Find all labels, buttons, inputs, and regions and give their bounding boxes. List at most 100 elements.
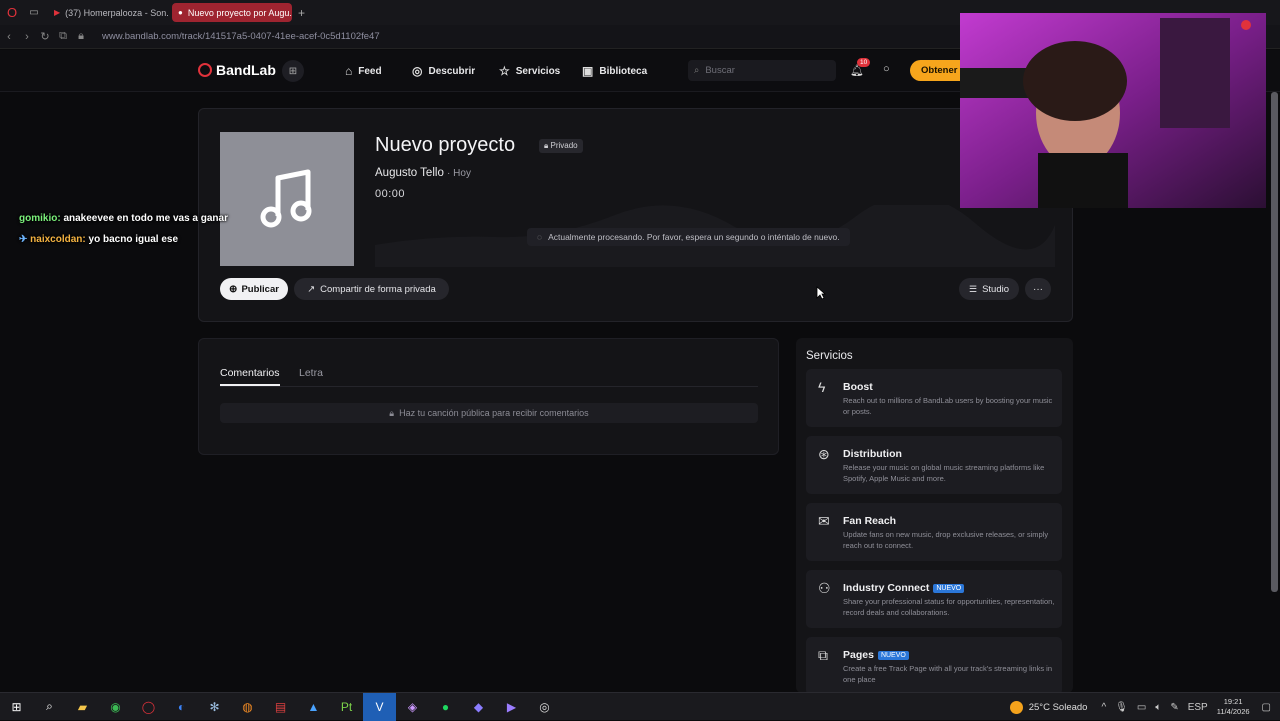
mail-icon: ✉ (818, 513, 830, 529)
track-time: 00:00 (375, 188, 406, 200)
bandlab-logo[interactable]: BandLab (198, 62, 276, 78)
new-badge: NUEVO (933, 583, 965, 593)
service-boost[interactable]: ϟ Boost Reach out to millions of BandLab… (806, 369, 1062, 427)
tab-letra[interactable]: Letra (299, 367, 323, 379)
spotify-icon[interactable]: ● (429, 693, 462, 721)
lock-icon: 🔒︎ (389, 407, 395, 418)
discord-icon[interactable]: ◆ (462, 693, 495, 721)
nav-item-feed[interactable]: ⌂ Feed (345, 64, 382, 78)
bolt-icon: ϟ (818, 379, 826, 395)
service-pages[interactable]: ⧉ Pages NUEVO Create a free Track Page w… (806, 637, 1062, 695)
chat-message: gomikio: anakeevee en todo me vas a gana… (19, 213, 228, 224)
service-distribution[interactable]: ⊛ Distribution Release your music on glo… (806, 436, 1062, 494)
music-note-icon (260, 169, 312, 228)
url-field[interactable]: www.bandlab.com/track/141517a5-0407-41ee… (102, 31, 380, 42)
new-badge: NUEVO (877, 650, 909, 660)
new-tab-button[interactable]: + (298, 6, 305, 20)
publish-button[interactable]: ⊕ Publicar (220, 278, 288, 300)
star-icon: ☆ (499, 64, 510, 78)
service-fan-reach[interactable]: ✉ Fan Reach Update fans on new music, dr… (806, 503, 1062, 561)
media-player-icon[interactable]: ▶ (495, 693, 528, 721)
nav-item-servicios[interactable]: ☆ Servicios (499, 64, 560, 78)
bandlab-tab-icon: ● (178, 8, 183, 17)
library-icon: ▣ (582, 64, 594, 78)
track-cover (220, 132, 354, 266)
snapshot-icon[interactable]: ⧉ (54, 30, 72, 43)
pin-icon: ✈ (19, 234, 28, 245)
search-input[interactable]: ⌕ Buscar (688, 60, 836, 81)
services-panel: Servicios ϟ Boost Reach out to millions … (796, 338, 1073, 695)
apps-grid-icon[interactable]: ⊞ (282, 60, 304, 82)
sliders-icon: ☰ (968, 283, 978, 294)
distribution-icon: ⊛ (818, 446, 830, 462)
studio-button[interactable]: ☰ Studio (959, 278, 1019, 300)
photos-icon[interactable]: ▲ (297, 693, 330, 721)
track-artist: Augusto Tello · Hoy (375, 167, 471, 179)
clock[interactable]: 19:21 11/4/2026 (1217, 697, 1250, 717)
tray-chevron-icon[interactable]: ^ (1101, 702, 1106, 713)
nav-item-descubrir[interactable]: ◎ Descubrir (412, 64, 475, 78)
globe-icon: ⊕ (229, 283, 238, 295)
video-editor-icon[interactable]: ▤ (264, 693, 297, 721)
search-icon[interactable]: ○ (883, 63, 890, 75)
privacy-badge: 🔒︎ Privado (539, 139, 583, 153)
loading-spinner-icon: ◌ (537, 232, 543, 242)
opera-icon[interactable]: ◯ (132, 693, 165, 721)
windows-start-icon[interactable]: ⊞ (0, 693, 33, 721)
mouse-cursor-icon (816, 286, 826, 300)
home-icon: ⌂ (345, 64, 353, 78)
service-industry-connect[interactable]: ⚇ Industry Connect NUEVO Share your prof… (806, 570, 1062, 628)
system-tray: 25°C Soleado ^ 🎙︎ ▭ 🔈︎ ✎ ESP 19:21 11/4/… (1009, 693, 1280, 721)
tabs-divider (220, 386, 758, 387)
compass-icon: ◎ (412, 64, 423, 78)
artist-name[interactable]: Augusto Tello (375, 167, 444, 179)
search-icon[interactable]: ⌕ (33, 693, 66, 721)
chat-message: ✈ naixcoldan: yo bacno igual ese (19, 234, 178, 245)
search-icon: ⌕ (694, 65, 700, 76)
sun-icon (1009, 700, 1023, 714)
chat-text: yo bacno igual ese (88, 234, 179, 245)
obs-icon[interactable]: ◎ (528, 693, 561, 721)
track-date: · Hoy (447, 168, 471, 179)
volume-icon[interactable]: 🔈︎ (1155, 702, 1161, 713)
reload-icon[interactable]: ↻ (36, 30, 54, 43)
tab-comentarios[interactable]: Comentarios (220, 367, 280, 386)
pages-icon: ⧉ (818, 647, 828, 663)
chat-text: anakeevee en todo me vas a ganar (63, 213, 228, 224)
people-icon: ⚇ (818, 580, 831, 596)
microphone-icon[interactable]: 🎙︎ (1115, 702, 1128, 713)
pycharm-icon[interactable]: Pt (330, 693, 363, 721)
language-indicator[interactable]: ESP (1188, 702, 1208, 713)
webcam-overlay (960, 13, 1266, 208)
chat-username: naixcoldan: (30, 234, 86, 245)
youtube-icon: ▶ (54, 8, 61, 17)
pen-icon[interactable]: ✎ (1170, 702, 1178, 713)
comments-locked-note: 🔒︎ Haz tu canción pública para recibir c… (220, 403, 758, 423)
tab-manager-icon[interactable]: ▭ (24, 7, 44, 18)
forward-icon[interactable]: › (18, 31, 36, 43)
lock-icon: 🔒︎ (544, 141, 549, 150)
back-icon[interactable]: ‹ (0, 31, 18, 43)
opera-logo-icon[interactable]: O (0, 0, 24, 25)
network-icon[interactable]: ▭ (1137, 702, 1146, 713)
chrome-icon[interactable]: ◉ (99, 693, 132, 721)
processing-message: ◌ Actualmente procesando. Por favor, esp… (527, 228, 850, 246)
notification-center-icon[interactable]: ▢ (1262, 702, 1271, 713)
file-explorer-icon[interactable]: ▰ (66, 693, 99, 721)
page-scrollbar[interactable] (1271, 92, 1278, 592)
edge-icon[interactable]: ◐ (165, 693, 198, 721)
app-icon[interactable]: ◈ (396, 693, 429, 721)
notification-badge: 10 (857, 58, 871, 67)
vegas-icon[interactable]: V (363, 692, 396, 721)
taskbar: ⊞ ⌕ ▰ ◉ ◯ ◐ ✻ ◍ ▤ ▲ Pt V ◈ ● ◆ ▶ ◎ 25°C … (0, 692, 1280, 721)
app-icon[interactable]: ✻ (198, 693, 231, 721)
blender-icon[interactable]: ◍ (231, 693, 264, 721)
weather-widget[interactable]: 25°C Soleado (1009, 700, 1087, 714)
browser-tab-1[interactable]: ▶ (37) Homerpalooza - Son... (48, 3, 168, 22)
track-header-card: Nuevo proyecto 🔒︎ Privado Augusto Tello … (198, 108, 1073, 322)
share-private-button[interactable]: ↗ Compartir de forma privada (294, 278, 449, 300)
nav-item-biblioteca[interactable]: ▣ Biblioteca (582, 64, 647, 78)
browser-tab-2[interactable]: ● Nuevo proyecto por Augu... (172, 3, 292, 22)
more-options-button[interactable]: ··· (1025, 278, 1051, 300)
track-title: Nuevo proyecto (375, 134, 516, 156)
